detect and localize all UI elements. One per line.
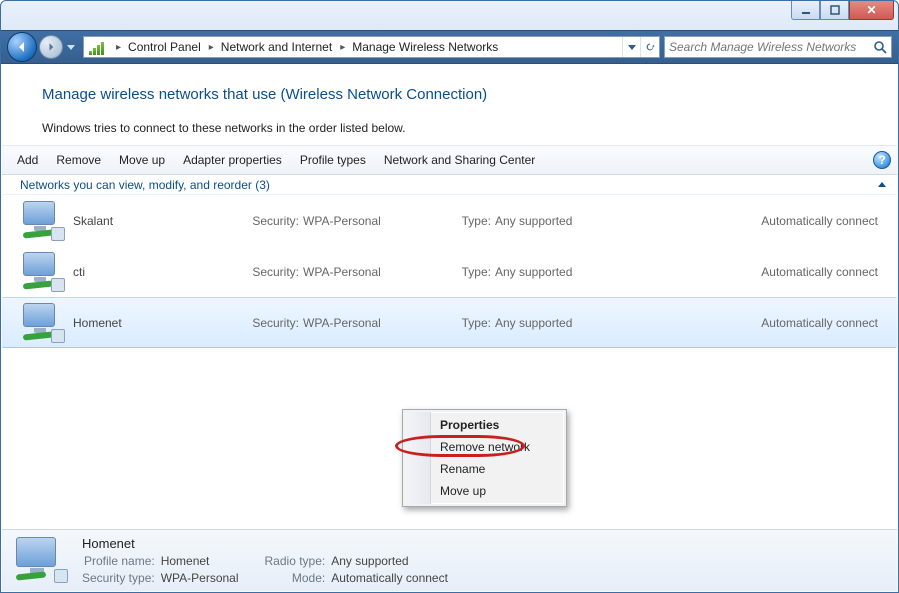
- details-security-value: WPA-Personal: [161, 571, 239, 585]
- search-input[interactable]: [669, 40, 873, 54]
- cmd-adapter-properties[interactable]: Adapter properties: [183, 153, 282, 167]
- search-icon: [873, 40, 887, 54]
- breadcrumb-bar[interactable]: ▸ Control Panel ▸ Network and Internet ▸…: [83, 36, 660, 58]
- collapse-icon[interactable]: [877, 180, 887, 190]
- network-icon: [21, 303, 65, 343]
- security-label: Security:: [243, 316, 303, 330]
- breadcrumb-item[interactable]: Manage Wireless Networks: [350, 40, 500, 54]
- browser-tabs: [1, 1, 11, 30]
- command-bar: Add Remove Move up Adapter properties Pr…: [2, 145, 897, 175]
- back-button[interactable]: [7, 32, 37, 62]
- details-mode-value: Automatically connect: [331, 571, 448, 585]
- page-header: Manage wireless networks that use (Wirel…: [2, 64, 897, 145]
- search-box[interactable]: [664, 36, 892, 58]
- ctx-properties[interactable]: Properties: [406, 414, 563, 436]
- address-bar-row: ▸ Control Panel ▸ Network and Internet ▸…: [1, 30, 898, 64]
- network-icon: [21, 252, 65, 292]
- maximize-button[interactable]: [820, 1, 849, 20]
- type-label: Type:: [455, 265, 495, 279]
- network-icon: [14, 537, 68, 585]
- close-button[interactable]: ✕: [849, 1, 894, 20]
- network-row[interactable]: HomenetSecurity:WPA-PersonalType:Any sup…: [2, 297, 897, 348]
- network-name: Homenet: [73, 316, 243, 330]
- connect-mode: Automatically connect: [675, 265, 878, 279]
- network-row[interactable]: SkalantSecurity:WPA-PersonalType:Any sup…: [2, 195, 897, 246]
- window-controls: ✕: [791, 1, 894, 20]
- signal-icon: [89, 39, 105, 55]
- type-value: Any supported: [495, 214, 675, 228]
- breadcrumb-item[interactable]: Control Panel: [126, 40, 203, 54]
- content-area: Manage wireless networks that use (Wirel…: [2, 64, 897, 591]
- group-label: Networks you can view, modify, and reord…: [20, 178, 270, 192]
- window-frame: ✕ ▸ Control Panel ▸ Network and Internet…: [0, 0, 899, 593]
- breadcrumb-item[interactable]: Network and Internet: [219, 40, 334, 54]
- details-security-label: Security type:: [82, 571, 155, 585]
- type-value: Any supported: [495, 316, 675, 330]
- ctx-remove-network[interactable]: Remove network: [406, 436, 563, 458]
- breadcrumb-separator[interactable]: ▸: [203, 42, 219, 53]
- type-label: Type:: [455, 214, 495, 228]
- help-button[interactable]: ?: [873, 151, 891, 169]
- security-value: WPA-Personal: [303, 265, 455, 279]
- details-title: Homenet: [82, 536, 155, 551]
- details-radio-value: Any supported: [331, 554, 448, 568]
- breadcrumb-dropdown[interactable]: [622, 37, 640, 57]
- network-name: Skalant: [73, 214, 243, 228]
- details-pane: Homenet Profile name: Homenet Security t…: [2, 529, 897, 591]
- nav-history-dropdown[interactable]: [65, 35, 77, 59]
- group-header[interactable]: Networks you can view, modify, and reord…: [2, 175, 897, 195]
- security-value: WPA-Personal: [303, 214, 455, 228]
- details-mode-label: Mode:: [265, 571, 326, 585]
- security-value: WPA-Personal: [303, 316, 455, 330]
- cmd-move-up[interactable]: Move up: [119, 153, 165, 167]
- minimize-button[interactable]: [791, 1, 820, 20]
- cmd-profile-types[interactable]: Profile types: [300, 153, 366, 167]
- type-value: Any supported: [495, 265, 675, 279]
- details-radio-label: Radio type:: [265, 554, 326, 568]
- connect-mode: Automatically connect: [675, 316, 878, 330]
- network-row[interactable]: ctiSecurity:WPA-PersonalType:Any support…: [2, 246, 897, 297]
- details-profile-label: Profile name:: [82, 554, 155, 568]
- page-subtitle: Windows tries to connect to these networ…: [42, 121, 867, 135]
- titlebar: ✕: [1, 1, 898, 30]
- cmd-network-sharing-center[interactable]: Network and Sharing Center: [384, 153, 535, 167]
- page-title: Manage wireless networks that use (Wirel…: [42, 86, 867, 103]
- type-label: Type:: [455, 316, 495, 330]
- security-label: Security:: [243, 214, 303, 228]
- cmd-remove[interactable]: Remove: [56, 153, 101, 167]
- refresh-button[interactable]: [640, 37, 658, 57]
- breadcrumb-separator[interactable]: ▸: [110, 42, 126, 53]
- ctx-rename[interactable]: Rename: [406, 458, 563, 480]
- network-name: cti: [73, 265, 243, 279]
- network-list: SkalantSecurity:WPA-PersonalType:Any sup…: [2, 195, 897, 348]
- network-icon: [21, 201, 65, 241]
- security-label: Security:: [243, 265, 303, 279]
- cmd-add[interactable]: Add: [17, 153, 38, 167]
- ctx-move-up[interactable]: Move up: [406, 480, 563, 502]
- details-profile-value: Homenet: [161, 554, 239, 568]
- breadcrumb-separator[interactable]: ▸: [334, 42, 350, 53]
- context-menu: Properties Remove network Rename Move up: [402, 409, 567, 507]
- connect-mode: Automatically connect: [675, 214, 878, 228]
- forward-button[interactable]: [39, 35, 63, 59]
